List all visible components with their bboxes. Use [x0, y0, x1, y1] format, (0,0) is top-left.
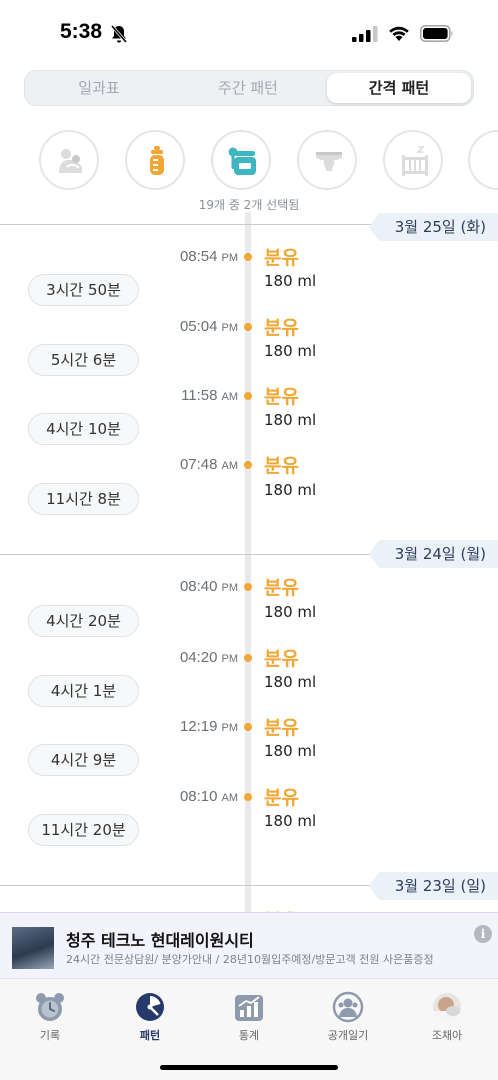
event-dot	[244, 793, 252, 801]
tab-label: 기록	[39, 1029, 61, 1042]
event-title[interactable]: 분유	[264, 382, 299, 409]
alarm-clock-icon	[36, 993, 64, 1021]
event-time: 11:58 AM	[181, 387, 238, 404]
event-time: 12:19 PM	[179, 718, 238, 735]
event-dot	[244, 723, 252, 731]
interval-pill: 5시간 6분	[28, 344, 139, 376]
tab-profile[interactable]: 조채아	[412, 991, 482, 1043]
event-title[interactable]: 분유	[264, 644, 299, 671]
event-time: 08:54 PM	[179, 248, 238, 265]
interval-pill: 11시간 8분	[28, 483, 139, 515]
event-title[interactable]: 분유	[264, 713, 299, 740]
tab-label: 통계	[238, 1029, 260, 1042]
ad-info-icon[interactable]: i	[474, 925, 492, 943]
category-filter-row	[0, 130, 498, 192]
ad-title: 청주 테크노 현대레이원시티	[66, 931, 254, 950]
event-time: 04:20 PM	[179, 649, 238, 666]
event-dot	[244, 583, 252, 591]
view-mode-segmented-control: 일과표 주간 패턴 간격 패턴	[24, 70, 474, 106]
baby-avatar-icon	[433, 993, 461, 1021]
segment-schedule[interactable]: 일과표	[25, 73, 173, 103]
ad-thumbnail	[12, 927, 54, 969]
status-time: 5:38	[60, 20, 103, 43]
ad-banner[interactable]: 청주 테크노 현대레이원시티 24시간 전문상담원/ 분양가안내 / 28년10…	[0, 912, 498, 978]
event-title[interactable]: 분유	[264, 783, 299, 810]
interval-pill: 4시간 10분	[28, 413, 139, 445]
category-crib[interactable]	[383, 130, 443, 190]
tab-pattern[interactable]: 패턴	[115, 991, 185, 1043]
bottom-tab-bar: 기록 패턴 통계 공개일기 조채아	[0, 978, 498, 1080]
diaper-icon	[316, 152, 342, 171]
tab-statistics[interactable]: 통계	[214, 991, 284, 1043]
event-title[interactable]: 분유	[264, 573, 299, 600]
cellular-signal-icon	[352, 26, 378, 42]
statistics-icon	[235, 995, 263, 1021]
selected-count-label: 19개 중 2개 선택됨	[198, 198, 300, 212]
timeline-axis	[245, 212, 251, 912]
event-dot	[244, 323, 252, 331]
category-formula[interactable]	[125, 130, 185, 190]
interval-pill: 4시간 20분	[28, 605, 139, 637]
status-bar: 5:38	[0, 0, 498, 64]
tab-public-diary[interactable]: 공개일기	[313, 991, 383, 1043]
event-time: 05:04 PM	[179, 318, 238, 335]
public-diary-icon	[332, 991, 364, 1023]
segment-interval-pattern[interactable]: 간격 패턴	[327, 73, 471, 103]
pattern-chart-icon	[136, 993, 164, 1021]
date-tag: 3월 25일 (화)	[368, 213, 498, 241]
event-dot	[244, 253, 252, 261]
wifi-icon	[389, 26, 409, 41]
event-amount: 180 ml	[264, 742, 317, 760]
pattern-screen: 5:38 일과표 주간 패턴 간격 패턴 19개 중 2개 선택됨 3월 25일…	[0, 0, 498, 1080]
event-title[interactable]: 분유	[264, 313, 299, 340]
date-tag: 3월 24일 (월)	[368, 540, 498, 568]
date-tag: 3월 23일 (일)	[368, 872, 498, 900]
event-time: 08:40 PM	[179, 578, 238, 595]
event-dot	[244, 654, 252, 662]
tab-record[interactable]: 기록	[15, 991, 85, 1043]
event-amount: 180 ml	[264, 603, 317, 621]
interval-pill: 11시간 20분	[28, 814, 139, 846]
tab-label: 공개일기	[327, 1029, 369, 1042]
event-time: 07:48 AM	[179, 456, 238, 473]
category-more[interactable]	[468, 130, 498, 190]
category-sleep[interactable]	[39, 130, 99, 190]
event-amount: 180 ml	[264, 411, 317, 429]
baby-bottle-icon	[150, 146, 164, 175]
category-baby-food[interactable]	[211, 130, 271, 190]
event-amount: 180 ml	[264, 673, 317, 691]
event-time: 08:10 AM	[179, 788, 238, 805]
baby-sleep-icon	[59, 149, 82, 173]
tab-label: 조채아	[431, 1029, 463, 1042]
event-amount: 180 ml	[264, 812, 317, 830]
ad-description: 24시간 전문상담원/ 분양가안내 / 28년10월입주예정/방문고객 전원 사…	[66, 953, 434, 966]
interval-timeline[interactable]: 3월 25일 (화) 08:54 PM 분유 180 ml 3시간 50분 05:…	[0, 212, 498, 912]
category-diaper[interactable]	[297, 130, 357, 190]
event-amount: 180 ml	[264, 272, 317, 290]
event-amount: 180 ml	[264, 481, 317, 499]
interval-pill: 4시간 1분	[28, 675, 139, 707]
tab-label: 패턴	[139, 1029, 161, 1042]
event-title[interactable]: 분유	[264, 243, 299, 270]
interval-pill: 4시간 9분	[28, 744, 139, 776]
crib-icon	[402, 146, 428, 176]
food-jar-icon	[228, 147, 256, 175]
interval-pill: 3시간 50분	[28, 274, 139, 306]
event-dot	[244, 392, 252, 400]
segment-weekly-pattern[interactable]: 주간 패턴	[173, 73, 323, 103]
event-amount: 180 ml	[264, 342, 317, 360]
event-title[interactable]: 분유	[264, 451, 299, 478]
home-indicator	[160, 1065, 338, 1070]
battery-icon	[420, 25, 453, 42]
event-dot	[244, 461, 252, 469]
bell-off-icon	[110, 25, 128, 43]
